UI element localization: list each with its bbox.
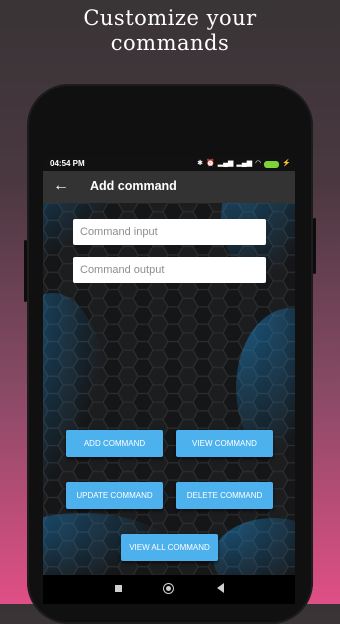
page-title: Add command: [90, 179, 177, 193]
wifi-icon: ◠: [255, 160, 262, 167]
add-command-button[interactable]: ADD COMMAND: [66, 430, 163, 457]
form-area: Command input Command output ADD COMMAND…: [43, 203, 295, 575]
app-bar: ← Add command: [43, 171, 295, 203]
bluetooth-icon: ✱: [197, 160, 203, 167]
system-nav-bar: [43, 575, 295, 604]
update-command-button[interactable]: UPDATE COMMAND: [66, 482, 163, 509]
view-command-button[interactable]: VIEW COMMAND: [176, 430, 273, 457]
status-icons: ✱ ⏰ ▂▄▆ ▂▄▆ ◠ ⚡: [197, 157, 291, 171]
status-time: 04:54 PM: [50, 159, 85, 168]
signal-icon: ▂▄▆: [236, 160, 253, 167]
battery-icon: [264, 160, 280, 168]
recent-apps-icon[interactable]: [115, 585, 122, 592]
delete-command-button[interactable]: DELETE COMMAND: [176, 482, 273, 509]
back-triangle-icon[interactable]: [217, 583, 224, 593]
phone-side-button: [24, 240, 27, 302]
alarm-icon: ⏰: [205, 160, 215, 167]
view-all-command-button[interactable]: VIEW ALL COMMAND: [121, 534, 218, 561]
promo-headline: Customize your commands: [0, 6, 340, 56]
headline-line-2: commands: [110, 31, 230, 55]
headline-line-1: Customize your: [83, 6, 257, 30]
home-icon[interactable]: [163, 583, 174, 594]
phone-screen: 04:54 PM ✱ ⏰ ▂▄▆ ▂▄▆ ◠ ⚡ ← Add command C…: [43, 157, 295, 604]
status-bar: 04:54 PM ✱ ⏰ ▂▄▆ ▂▄▆ ◠ ⚡: [43, 157, 295, 171]
phone-side-button: [313, 218, 316, 274]
signal-icon: ▂▄▆: [217, 160, 234, 167]
command-input-field[interactable]: Command input: [73, 219, 266, 245]
command-output-field[interactable]: Command output: [73, 257, 266, 283]
charging-icon: ⚡: [282, 160, 291, 167]
arrow-left-icon[interactable]: ←: [53, 176, 69, 196]
